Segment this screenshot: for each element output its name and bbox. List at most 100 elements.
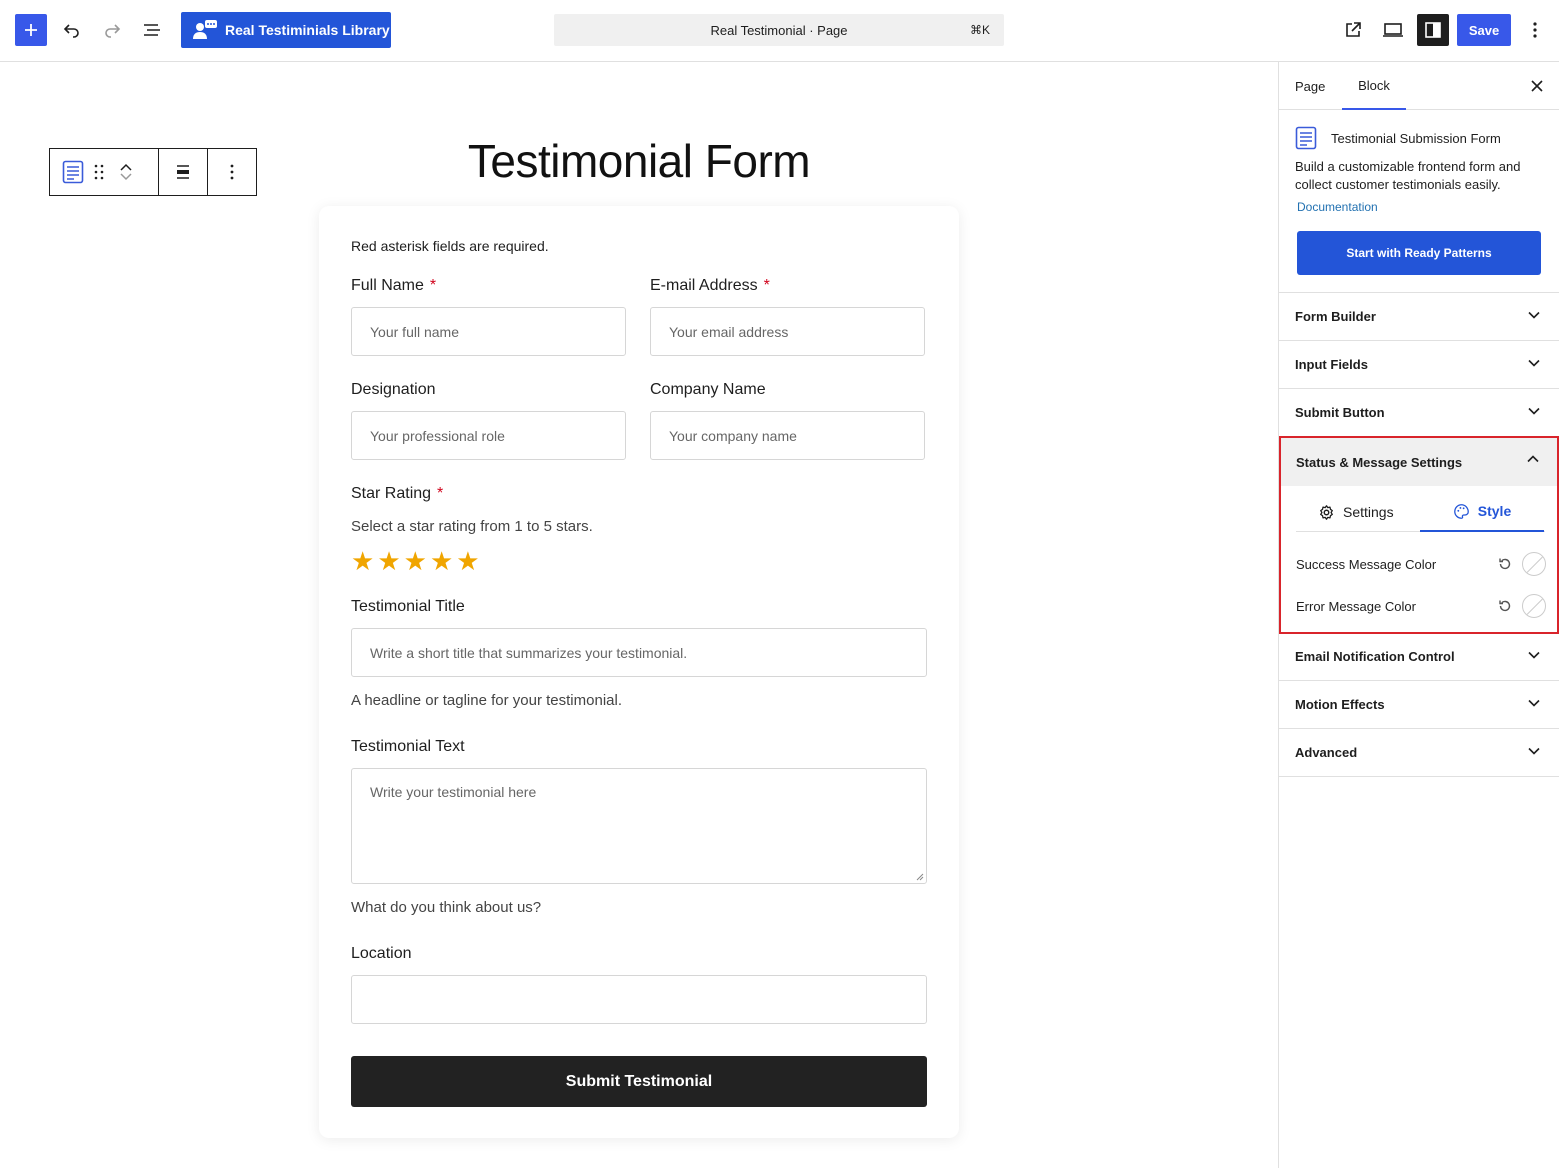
panel-title: Form Builder [1295, 309, 1376, 324]
options-menu-button[interactable] [1519, 14, 1551, 46]
company-label: Company Name [650, 381, 766, 398]
panel-title: Input Fields [1295, 357, 1368, 372]
panel-advanced[interactable]: Advanced [1279, 729, 1559, 777]
chevron-down-icon [1528, 359, 1540, 367]
reset-icon[interactable] [1498, 599, 1512, 613]
plus-icon [25, 24, 37, 36]
editor-top-toolbar: Real Testiminials Library Real Testimoni… [0, 0, 1559, 62]
document-title: Real Testimonial · Page [710, 22, 848, 38]
command-palette-bar[interactable]: Real Testimonial · Page ⌘K [554, 14, 1004, 46]
panel-input-fields[interactable]: Input Fields [1279, 341, 1559, 389]
status-subtabs: Settings Style [1296, 492, 1545, 532]
success-message-color-row: Success Message Color [1296, 552, 1546, 576]
documentation-link[interactable]: Documentation [1297, 200, 1378, 214]
testimonial-user-icon [193, 20, 217, 39]
testimonial-form: Red asterisk fields are required. Full N… [319, 206, 959, 1138]
panel-title: Submit Button [1295, 405, 1385, 420]
full-name-input[interactable]: Your full name [351, 307, 626, 356]
email-label-text: E-mail Address [650, 277, 758, 294]
panel-email-notification[interactable]: Email Notification Control [1279, 633, 1559, 681]
star-icon[interactable]: ★ [404, 547, 427, 575]
chevron-down-icon [1528, 311, 1540, 319]
chevron-down-icon [1528, 407, 1540, 415]
add-block-button[interactable] [15, 14, 47, 46]
star-icon[interactable]: ★ [351, 547, 374, 575]
required-asterisk: * [437, 485, 444, 502]
form-block-icon [1295, 126, 1317, 150]
panel-status-message-settings: Status & Message Settings Settings Style… [1279, 436, 1559, 634]
library-button-label: Real Testiminials Library [225, 22, 390, 38]
panel-submit-button[interactable]: Submit Button [1279, 389, 1559, 437]
sidebar-tabs: Page Block [1279, 62, 1559, 110]
error-message-color-row: Error Message Color [1296, 594, 1546, 618]
location-label: Location [351, 945, 412, 962]
editor-canvas: Testimonial Form Red asterisk fields are… [0, 62, 1278, 1168]
subtab-style[interactable]: Style [1420, 492, 1544, 532]
email-input[interactable]: Your email address [650, 307, 925, 356]
success-color-swatch[interactable] [1522, 552, 1546, 576]
testimonial-title-label: Testimonial Title [351, 598, 465, 615]
testimonial-text-help: What do you think about us? [351, 899, 542, 916]
view-page-button[interactable] [1337, 14, 1369, 46]
real-testimonials-library-button[interactable]: Real Testiminials Library [181, 12, 391, 48]
tab-block[interactable]: Block [1342, 62, 1406, 110]
full-name-label: Full Name * [351, 277, 436, 295]
list-view-icon [144, 24, 160, 36]
company-input[interactable]: Your company name [650, 411, 925, 460]
testimonial-text-placeholder: Write your testimonial here [370, 784, 537, 800]
resize-handle-icon[interactable] [915, 872, 924, 881]
full-name-label-text: Full Name [351, 277, 424, 294]
panel-title: Motion Effects [1295, 697, 1385, 712]
star-rating-help: Select a star rating from 1 to 5 stars. [351, 518, 593, 535]
sidebar-icon [1425, 22, 1441, 38]
star-icon[interactable]: ★ [377, 547, 400, 575]
more-vertical-icon [1533, 22, 1537, 38]
testimonial-title-input[interactable]: Write a short title that summarizes your… [351, 628, 927, 677]
chevron-up-icon [1527, 455, 1539, 463]
subtab-style-label: Style [1477, 503, 1512, 519]
document-overview-button[interactable] [136, 14, 168, 46]
settings-sidebar-toggle[interactable] [1417, 14, 1449, 46]
tab-page[interactable]: Page [1295, 62, 1325, 110]
block-title: Testimonial Submission Form [1331, 131, 1501, 146]
required-note: Red asterisk fields are required. [351, 238, 549, 254]
block-card: Testimonial Submission Form Build a cust… [1279, 110, 1559, 293]
save-button[interactable]: Save [1457, 14, 1511, 46]
star-rating-label-text: Star Rating [351, 485, 432, 502]
undo-button[interactable] [56, 14, 88, 46]
command-shortcut: ⌘K [969, 23, 990, 37]
chevron-down-icon [1528, 747, 1540, 755]
success-color-label: Success Message Color [1296, 556, 1437, 572]
error-color-swatch[interactable] [1522, 594, 1546, 618]
redo-button[interactable] [96, 14, 128, 46]
testimonial-text-textarea[interactable]: Write your testimonial here [351, 768, 927, 884]
panel-title: Status & Message Settings [1296, 454, 1463, 470]
panel-title: Advanced [1295, 745, 1358, 760]
star-rating-input: ★ ★ ★ ★ ★ [351, 547, 480, 575]
palette-icon [1453, 503, 1469, 519]
reset-icon[interactable] [1498, 557, 1512, 571]
redo-icon [105, 24, 121, 38]
email-label: E-mail Address * [650, 277, 770, 295]
external-link-icon [1346, 22, 1361, 37]
status-panel-toggle[interactable]: Status & Message Settings [1281, 438, 1557, 486]
page-title[interactable]: Testimonial Form [0, 134, 1278, 188]
location-input[interactable] [351, 975, 927, 1024]
designation-label: Designation [351, 381, 436, 398]
testimonial-text-label: Testimonial Text [351, 738, 465, 755]
block-description: Build a customizable frontend form and c… [1295, 159, 1521, 192]
submit-testimonial-button[interactable]: Submit Testimonial [351, 1056, 927, 1107]
start-with-ready-patterns-button[interactable]: Start with Ready Patterns [1297, 231, 1541, 275]
star-icon[interactable]: ★ [456, 547, 479, 575]
star-icon[interactable]: ★ [430, 547, 453, 575]
subtab-settings[interactable]: Settings [1318, 492, 1394, 532]
preview-device-button[interactable] [1377, 14, 1409, 46]
gear-icon [1320, 504, 1333, 520]
panel-form-builder[interactable]: Form Builder [1279, 293, 1559, 341]
panel-motion-effects[interactable]: Motion Effects [1279, 681, 1559, 729]
close-sidebar-button[interactable] [1528, 77, 1546, 95]
subtab-settings-label: Settings [1343, 504, 1394, 520]
undo-icon [63, 24, 79, 38]
designation-input[interactable]: Your professional role [351, 411, 626, 460]
testimonial-title-help: A headline or tagline for your testimoni… [351, 692, 622, 709]
